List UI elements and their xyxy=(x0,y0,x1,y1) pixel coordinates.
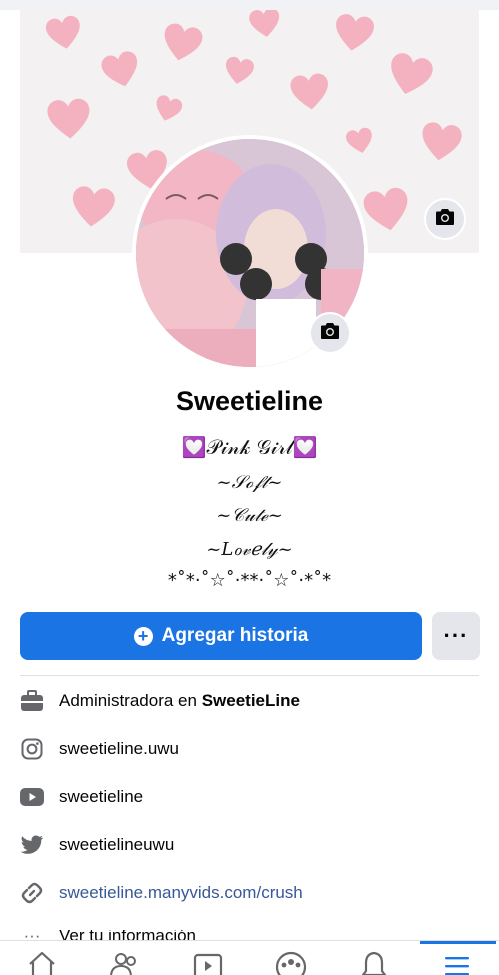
website-link: sweetieline.manyvids.com/crush xyxy=(59,883,303,902)
camera-icon xyxy=(320,322,340,345)
heart-decoration xyxy=(382,49,439,101)
youtube-handle: sweetieline xyxy=(59,787,144,806)
status-strip xyxy=(0,0,499,10)
heart-decoration xyxy=(39,12,88,53)
heart-decoration xyxy=(222,54,257,89)
friends-icon[interactable] xyxy=(105,951,145,975)
heart-decoration xyxy=(330,11,379,55)
heart-decoration xyxy=(96,47,145,92)
heart-decoration xyxy=(157,20,208,66)
bio-line: 💟𝒫𝒾𝓃𝓀 𝒢𝒾𝓇𝓁💟 xyxy=(181,435,318,459)
work-prefix: Administradora en xyxy=(59,691,202,710)
heart-decoration xyxy=(288,70,332,114)
instagram-handle: sweetieline.uwu xyxy=(59,739,180,758)
info-website[interactable]: sweetieline.manyvids.com/crush xyxy=(20,878,479,908)
groups-icon[interactable] xyxy=(271,951,311,975)
twitter-icon xyxy=(20,833,44,857)
bottom-navigation xyxy=(0,940,499,975)
heart-decoration xyxy=(246,10,284,40)
youtube-icon xyxy=(20,785,44,809)
plus-icon: + xyxy=(133,626,153,646)
home-icon[interactable] xyxy=(22,951,62,975)
link-icon xyxy=(20,881,44,905)
more-options-button[interactable]: ··· xyxy=(432,612,480,660)
profile-name: Sweetieline xyxy=(175,386,324,416)
camera-icon xyxy=(435,208,455,231)
heart-decoration xyxy=(68,184,118,231)
notifications-icon[interactable] xyxy=(354,951,394,975)
work-name[interactable]: SweetieLine xyxy=(202,691,300,711)
add-story-label: Agregar historia xyxy=(161,625,309,646)
cover-camera-button[interactable] xyxy=(424,198,466,240)
menu-icon[interactable] xyxy=(437,951,477,975)
active-tab-indicator xyxy=(420,941,496,944)
bio-line: *˚*·˚☆˚·**·˚☆˚·*˚* xyxy=(167,570,332,591)
info-work: Administradora en SweetieLine xyxy=(20,686,479,716)
heart-decoration xyxy=(151,93,185,126)
instagram-icon xyxy=(20,737,44,761)
bio-line: ~𝒞𝓊𝓉ℯ~ xyxy=(216,505,283,526)
info-youtube[interactable]: sweetieline xyxy=(20,782,479,812)
avatar-camera-button[interactable] xyxy=(309,312,351,354)
info-twitter[interactable]: sweetielineuwu xyxy=(20,830,479,860)
heart-decoration xyxy=(344,125,377,156)
bio-line: ~𝒮ℴ𝒻𝓉~ xyxy=(216,472,283,493)
info-instagram[interactable]: sweetieline.uwu xyxy=(20,734,479,764)
briefcase-icon xyxy=(20,689,44,713)
twitter-handle: sweetielineuwu xyxy=(59,835,175,854)
heart-decoration xyxy=(43,96,96,141)
divider xyxy=(20,675,479,676)
watch-icon[interactable] xyxy=(188,951,228,975)
bio-line: ~𝐿ℴ𝓋ℯ𝓁𝓎~ xyxy=(206,539,293,560)
heart-decoration xyxy=(359,184,416,236)
heart-decoration xyxy=(417,119,464,164)
add-story-button[interactable]: + Agregar historia xyxy=(20,612,422,660)
